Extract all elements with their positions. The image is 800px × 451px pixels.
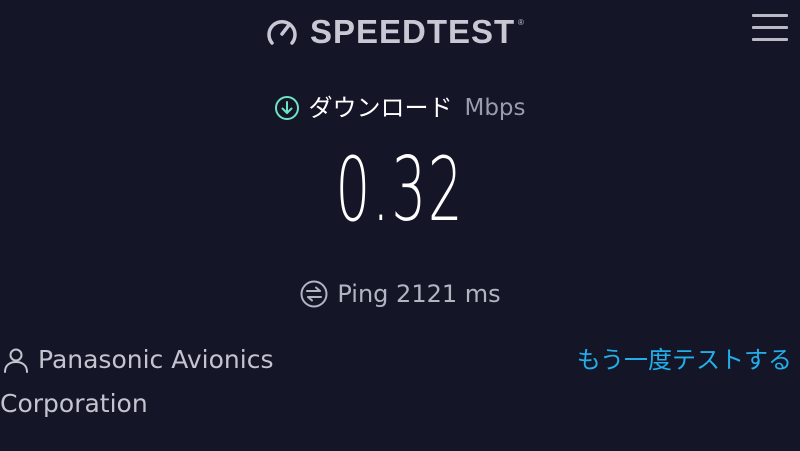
provider-info: Panasonic Avionics Corporation [0, 338, 340, 426]
ping-text: Ping 2121 ms [337, 280, 501, 308]
provider-name-line1: Panasonic Avionics [38, 345, 274, 374]
brand-name: SPEEDTEST [310, 13, 516, 50]
download-label-row: ダウンロード Mbps [0, 88, 800, 128]
user-icon [4, 348, 28, 373]
ping-icon [300, 280, 328, 308]
download-label: ダウンロード [308, 94, 453, 122]
retest-button[interactable]: もう一度テストする [530, 338, 792, 382]
brand-trademark: ® [518, 18, 524, 27]
app-header: SPEEDTEST ® [0, 0, 800, 64]
brand: SPEEDTEST ® [264, 12, 524, 52]
ping-row: Ping 2121 ms [0, 274, 800, 314]
gauge-icon [267, 19, 297, 45]
provider-name-line2: Corporation [0, 389, 148, 418]
download-arrow-icon [275, 96, 300, 120]
download-speed-value: 0.32 [335, 138, 465, 241]
hamburger-menu-icon[interactable] [750, 12, 790, 44]
download-unit: Mbps [464, 95, 526, 121]
